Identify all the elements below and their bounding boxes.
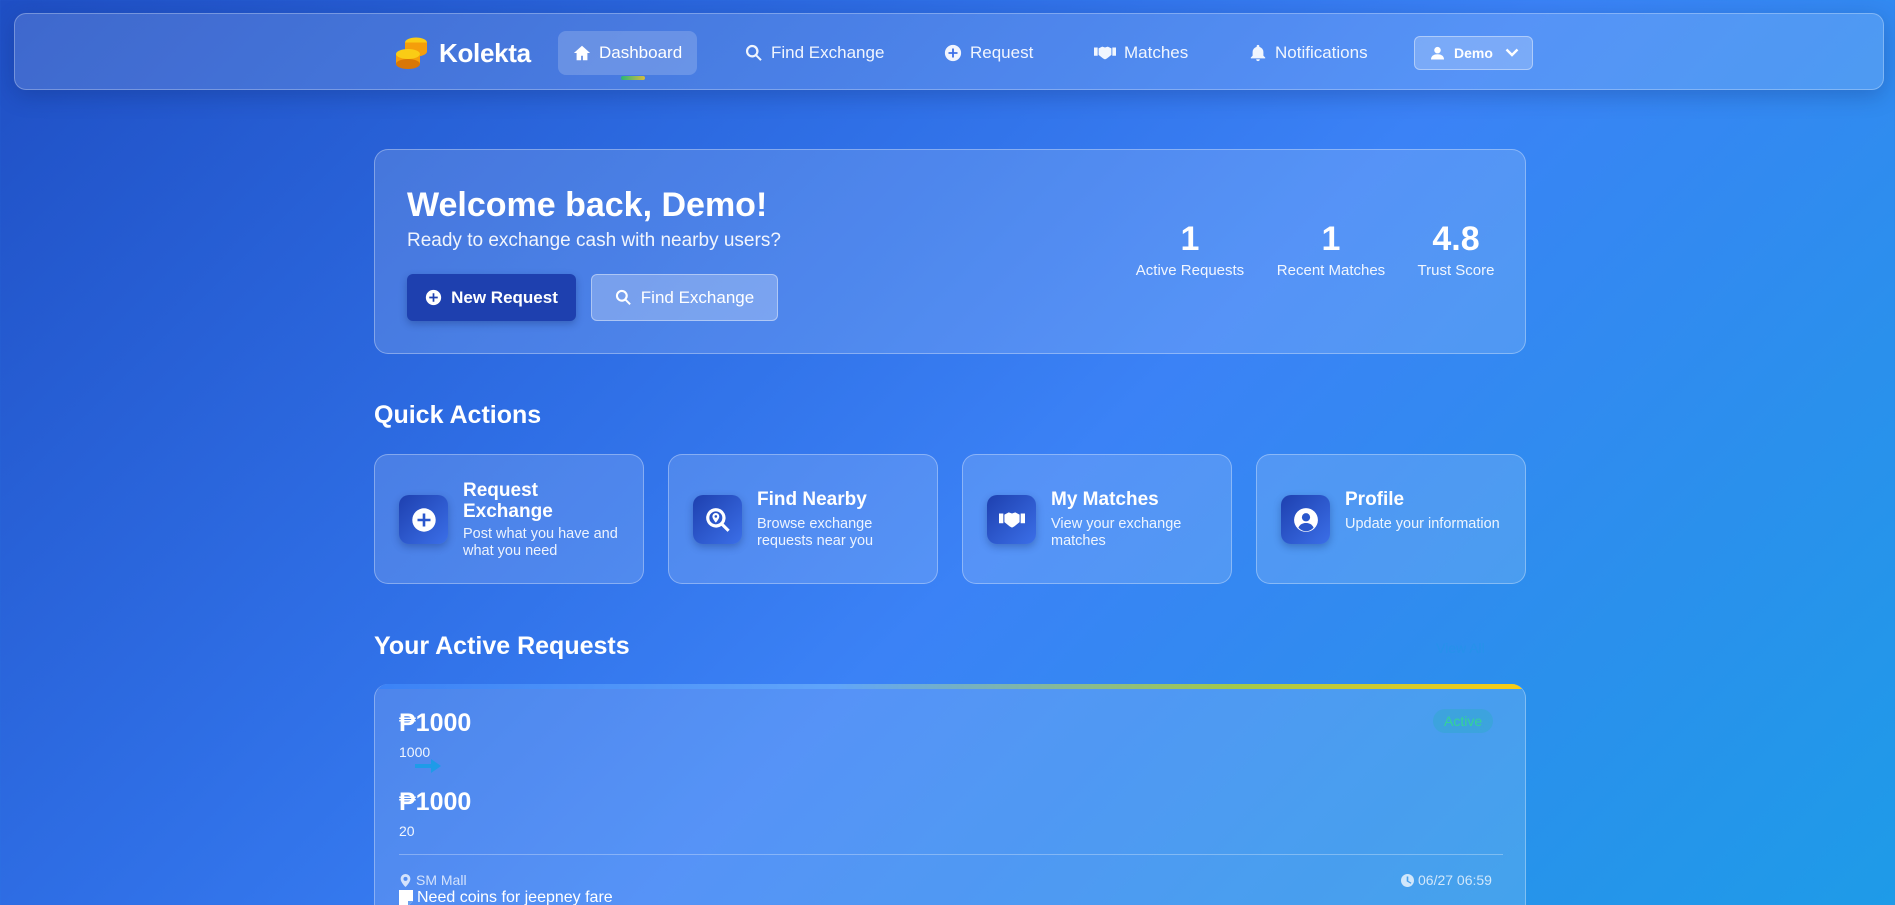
user-icon [1431, 46, 1444, 60]
nav-request[interactable]: Request [929, 31, 1048, 75]
handshake-icon [998, 511, 1025, 528]
stat-recent-matches: 1 Recent Matches [1272, 222, 1390, 279]
user-name: Demo [1454, 45, 1493, 61]
quick-action-title: My Matches [1051, 489, 1159, 510]
quick-action-icon-box [693, 495, 742, 544]
request-note: Need coins for jeepney fare [399, 889, 613, 905]
nav-dashboard-label: Dashboard [599, 43, 683, 62]
plus-circle-icon [944, 44, 962, 62]
request-location: SM Mall [399, 872, 467, 888]
plus-circle-icon [425, 289, 442, 306]
new-request-label: New Request [451, 287, 558, 307]
clock-icon [1401, 873, 1414, 887]
welcome-subtitle: Ready to exchange cash with nearby users… [407, 230, 781, 251]
bell-icon [1250, 44, 1266, 62]
quick-action-desc: Post what you have and what you need [463, 526, 618, 559]
welcome-card: Welcome back, Demo! Ready to exchange ca… [374, 149, 1526, 354]
quick-action-desc: View your exchange matches [1051, 516, 1182, 549]
quick-action-desc: Update your information [1345, 516, 1500, 532]
request-time: 06/27 06:59 [1401, 872, 1492, 888]
need-sub: 20 [399, 823, 415, 839]
user-menu-button[interactable]: Demo [1414, 36, 1533, 70]
chevron-down-icon [1505, 48, 1519, 57]
find-exchange-button[interactable]: Find Exchange [591, 274, 778, 321]
stat-label: Trust Score [1417, 262, 1495, 279]
nav-matches-label: Matches [1124, 43, 1189, 62]
status-badge: Active [1433, 709, 1494, 733]
quick-action-icon-box [987, 495, 1036, 544]
coins-icon [396, 37, 427, 69]
quick-action-title: Find Nearby [757, 489, 867, 510]
note-icon [399, 890, 413, 905]
user-circle-icon [1293, 507, 1318, 532]
request-location-text: SM Mall [416, 872, 467, 888]
new-request-button[interactable]: New Request [407, 274, 576, 321]
request-card[interactable]: ₱1000 1000 ₱1000 20 Active SM Mall 06/27… [374, 684, 1526, 905]
nav-find-exchange[interactable]: Find Exchange [730, 31, 899, 75]
find-exchange-label: Find Exchange [640, 287, 755, 307]
nav-matches[interactable]: Matches [1079, 31, 1203, 75]
search-icon [745, 44, 762, 61]
search-location-icon [705, 507, 730, 532]
nav-find-exchange-label: Find Exchange [771, 43, 885, 62]
stat-value: 1 [1180, 220, 1200, 258]
quick-action-icon-box [1281, 495, 1330, 544]
quick-action-title: Request Exchange [463, 480, 553, 522]
navbar: Kolekta Dashboard Find Exchange Request … [14, 13, 1884, 90]
quick-action-request-exchange[interactable]: Request Exchange Post what you have and … [374, 454, 644, 584]
quick-action-desc: Browse exchange requests near you [757, 516, 874, 549]
quick-action-my-matches[interactable]: My Matches View your exchange matches [962, 454, 1232, 584]
brand[interactable]: Kolekta [395, 36, 531, 70]
request-card-accent [375, 684, 1525, 689]
view-all-link[interactable]: View All [1436, 640, 1485, 656]
stat-trust-score: 4.8 Trust Score [1413, 222, 1499, 279]
welcome-title: Welcome back, Demo! [407, 186, 768, 224]
stat-value: 1 [1321, 220, 1341, 258]
request-note-text: Need coins for jeepney fare [417, 889, 613, 905]
handshake-icon [1094, 46, 1116, 60]
quick-actions-title: Quick Actions [374, 401, 542, 429]
stat-label: Active Requests [1135, 262, 1245, 279]
navbar-inner: Kolekta Dashboard Find Exchange Request … [381, 14, 1536, 91]
map-pin-icon [400, 873, 411, 887]
request-time-text: 06/27 06:59 [1418, 872, 1492, 888]
search-icon [615, 289, 631, 305]
stat-label: Recent Matches [1276, 262, 1386, 279]
quick-action-profile[interactable]: Profile Update your information [1256, 454, 1526, 584]
nav-active-indicator [621, 76, 645, 80]
quick-action-icon-box [399, 495, 448, 544]
nav-dashboard[interactable]: Dashboard [558, 31, 698, 75]
have-amount: ₱1000 [399, 709, 472, 737]
stat-active-requests: 1 Active Requests [1131, 222, 1249, 279]
home-icon [573, 45, 591, 61]
quick-action-title: Profile [1345, 489, 1405, 510]
nav-notifications-label: Notifications [1275, 43, 1368, 62]
nav-request-label: Request [970, 43, 1034, 62]
active-requests-title: Your Active Requests [374, 632, 630, 660]
plus-circle-icon [411, 507, 436, 532]
need-amount: ₱1000 [399, 788, 472, 816]
arrow-right-icon [415, 759, 441, 773]
nav-notifications[interactable]: Notifications [1234, 31, 1383, 75]
stat-value: 4.8 [1432, 220, 1480, 258]
divider [399, 854, 1503, 855]
brand-name: Kolekta [439, 37, 531, 68]
quick-action-find-nearby[interactable]: Find Nearby Browse exchange requests nea… [668, 454, 938, 584]
